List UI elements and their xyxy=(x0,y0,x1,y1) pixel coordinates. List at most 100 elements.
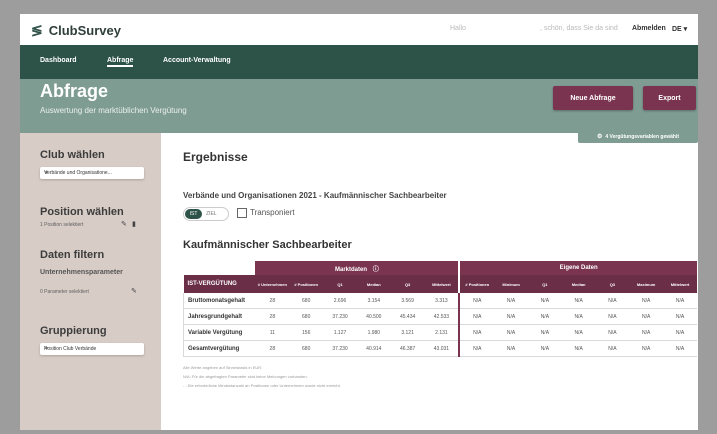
club-heading: Club wählen xyxy=(40,149,105,161)
column-header: # Unternehmen xyxy=(255,275,290,293)
table-cell: 11 xyxy=(255,324,290,341)
column-header-label: IST-VERGÜTUNG xyxy=(183,275,256,293)
nav-dashboard[interactable]: Dashboard xyxy=(40,57,77,64)
logout-link[interactable]: Abmelden xyxy=(632,25,666,32)
column-header: Q3 xyxy=(390,275,425,293)
table-row: Bruttomonatsgehalt 28 680 2.696 3.154 3.569 3.… xyxy=(183,293,697,309)
table-row: Jahresgrundgehalt 28 680 37.230 40.500 45.434… xyxy=(183,308,697,325)
column-header-row: IST-VERGÜTUNG # Unternehmen # Positionen Q1… xyxy=(183,275,697,293)
table-cell: 680 xyxy=(289,293,324,309)
table-cell: 2.696 xyxy=(323,293,357,309)
chevron-down-icon: ▼ xyxy=(44,346,49,352)
nav-account[interactable]: Account-Verwaltung xyxy=(163,57,231,64)
table-cell: 43.031 xyxy=(424,340,460,357)
sidebar: Club wählen Verbände und Organisatione..… xyxy=(20,133,161,430)
params-note: 0 Parameter selektiert xyxy=(40,289,89,295)
column-header: # Positionen xyxy=(458,275,495,293)
app-window: ≶ ClubSurvey Hallo , schön, dass Sie da … xyxy=(20,14,698,430)
company-params-label: Unternehmensparameter xyxy=(40,269,123,276)
toggle-ist[interactable]: IST xyxy=(185,209,202,219)
table-cell: 3.121 xyxy=(390,324,425,341)
column-header: Median xyxy=(356,275,391,293)
table-cell: N/A xyxy=(595,340,630,357)
footnote: Alle Werte angeben auf Sinnesbasis in EU… xyxy=(183,365,263,370)
clubsurvey-logo-icon: ≶ xyxy=(31,21,43,38)
chevron-down-icon: ▼ xyxy=(44,170,49,176)
table-cell: 156 xyxy=(289,324,324,341)
group-market-label: Marktdaten xyxy=(335,266,368,273)
new-query-button[interactable]: Neue Abfrage xyxy=(553,86,633,110)
table-cell: N/A xyxy=(629,324,664,341)
results-subtitle: Verbände und Organisationen 2021 - Kaufm… xyxy=(183,191,447,200)
row-label: Jahresgrundgehalt xyxy=(183,308,256,325)
position-heading: Position wählen xyxy=(40,206,124,218)
table-cell: N/A xyxy=(528,324,562,341)
language-select[interactable]: DE ▾ xyxy=(672,25,687,33)
column-header: Q1 xyxy=(528,275,562,293)
page-subtitle: Auswertung der marktüblichen Vergütung xyxy=(40,106,187,115)
column-header: Mittelwert xyxy=(424,275,460,293)
table-cell: N/A xyxy=(458,324,495,341)
table-cell: 42.533 xyxy=(424,308,460,325)
export-button[interactable]: Export xyxy=(643,86,696,110)
row-label: Bruttomonatsgehalt xyxy=(183,293,256,309)
table-cell: 1.980 xyxy=(356,324,391,341)
table-cell: 40.500 xyxy=(356,308,391,325)
table-cell: N/A xyxy=(663,324,697,341)
table-cell: N/A xyxy=(458,340,495,357)
table-cell: N/A xyxy=(458,308,495,325)
info-icon[interactable]: ⓘ xyxy=(373,267,379,273)
table-cell: N/A xyxy=(561,324,596,341)
table-cell: 3.313 xyxy=(424,293,460,309)
nav-abfrage[interactable]: Abfrage xyxy=(107,57,134,67)
table-cell: 28 xyxy=(255,308,290,325)
table-cell: N/A xyxy=(528,308,562,325)
settings-icon: ⚙ xyxy=(596,134,603,140)
table-cell: 680 xyxy=(289,340,324,357)
greeting-text: Hallo xyxy=(450,25,466,32)
table-cell: 45.434 xyxy=(390,308,425,325)
trash-icon[interactable]: ▮ xyxy=(132,220,136,228)
ist-ziel-toggle[interactable]: IST ZIEL xyxy=(183,207,229,221)
footnote: - : Die erforderliche Mindestanzahl an P… xyxy=(183,383,341,388)
table-corner xyxy=(183,261,256,275)
page-title: Abfrage xyxy=(40,81,109,101)
table-cell: N/A xyxy=(595,308,630,325)
group-market-header: Marktdaten ⓘ xyxy=(255,261,460,275)
table-cell: N/A xyxy=(629,293,664,309)
table-cell: N/A xyxy=(494,308,528,325)
edit-icon[interactable]: ✎ xyxy=(121,220,127,228)
footnote: N/A: Für die abgefragten Parameter sind … xyxy=(183,374,308,379)
column-header: Median xyxy=(561,275,596,293)
table-cell: N/A xyxy=(494,324,528,341)
table-cell: N/A xyxy=(528,340,562,357)
column-header: # Positionen xyxy=(289,275,324,293)
greeting-text-2: , schön, dass Sie da sind xyxy=(540,25,618,32)
table-body: Bruttomonatsgehalt 28 680 2.696 3.154 3.569 3.… xyxy=(183,293,697,357)
main-nav: Dashboard Abfrage Account-Verwaltung xyxy=(20,45,698,79)
table-cell: N/A xyxy=(561,308,596,325)
group-select[interactable]: Position Club Verbände ▼ xyxy=(40,343,144,355)
filter-heading: Daten filtern xyxy=(40,249,105,261)
variables-badge[interactable]: ⚙ 4 Vergütungsvariablen gewählt xyxy=(578,130,698,143)
table-cell: N/A xyxy=(494,340,528,357)
table-cell: 46.387 xyxy=(390,340,425,357)
toggle-ziel[interactable]: ZIEL xyxy=(206,211,217,217)
column-header: Maximum xyxy=(629,275,664,293)
club-select[interactable]: Verbände und Organisatione... ▼ xyxy=(40,167,144,179)
table-cell: N/A xyxy=(528,293,562,309)
table-cell: 28 xyxy=(255,340,290,357)
transpose-checkbox[interactable] xyxy=(237,208,247,218)
table-cell: 680 xyxy=(289,308,324,325)
table-cell: N/A xyxy=(663,308,697,325)
results-panel: ⚙ 4 Vergütungsvariablen gewählt Ergebnis… xyxy=(161,130,698,430)
page-header: Abfrage Auswertung der marktüblichen Ver… xyxy=(20,79,698,133)
table-cell: N/A xyxy=(561,293,596,309)
table-cell: 2.131 xyxy=(424,324,460,341)
column-header: Mittelwert xyxy=(663,275,697,293)
column-header: Q3 xyxy=(595,275,630,293)
table-cell: N/A xyxy=(595,293,630,309)
app-logo[interactable]: ≶ ClubSurvey xyxy=(31,21,121,39)
edit-icon[interactable]: ✎ xyxy=(131,287,137,295)
column-header: Minimum xyxy=(494,275,528,293)
